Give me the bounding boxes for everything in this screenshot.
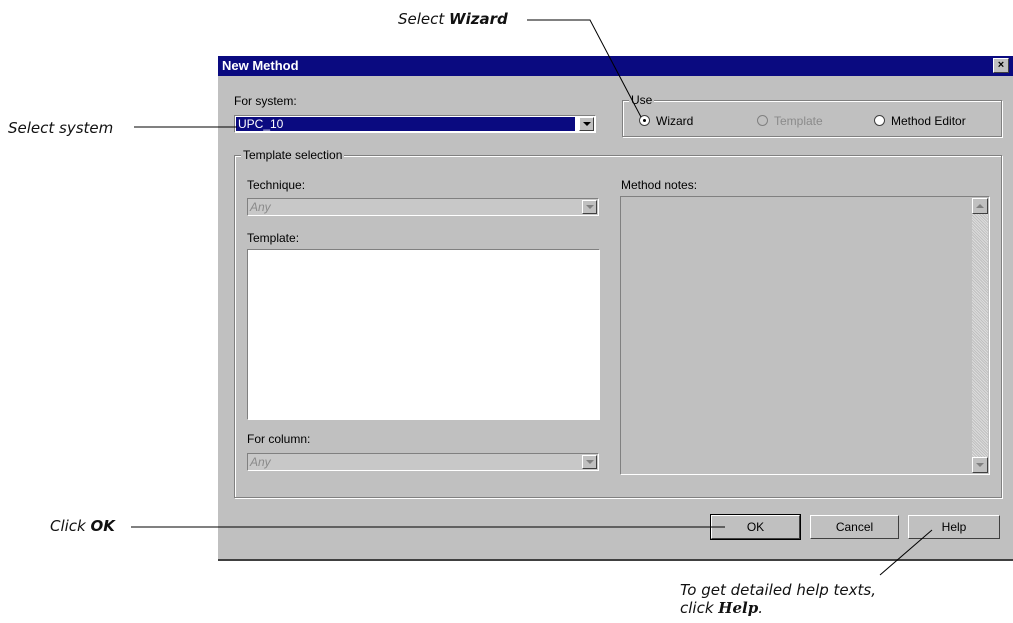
technique-label: Technique: — [247, 178, 306, 192]
radio-icon — [757, 115, 768, 126]
callout-help: To get detailed help texts, click Help. — [680, 581, 876, 617]
chevron-down-icon[interactable] — [579, 117, 594, 131]
notes-scrollbar[interactable] — [972, 198, 988, 473]
for-column-label: For column: — [247, 432, 311, 446]
radio-method-editor[interactable]: Method Editor — [874, 114, 966, 128]
use-group-legend: Use — [629, 93, 655, 107]
callout-select-system: Select system — [8, 119, 114, 137]
method-notes-label: Method notes: — [621, 178, 698, 192]
technique-select[interactable]: Any — [247, 198, 599, 216]
radio-wizard[interactable]: Wizard — [639, 114, 693, 128]
new-method-dialog: New Method × For system: UPC_10 Use Wiza… — [218, 56, 1013, 561]
help-button[interactable]: Help — [908, 515, 1000, 539]
template-list[interactable] — [247, 249, 600, 420]
chevron-down-icon[interactable] — [582, 455, 597, 469]
dialog-title: New Method — [222, 58, 299, 73]
callout-click-ok: Click OK — [50, 517, 115, 535]
callout-select-wizard: Select Wizard — [398, 10, 508, 28]
radio-selected-icon — [639, 115, 650, 126]
template-label: Template: — [247, 231, 300, 245]
system-select-value: UPC_10 — [236, 117, 575, 131]
scroll-up-icon[interactable] — [972, 198, 988, 214]
system-select[interactable]: UPC_10 — [234, 115, 596, 133]
radio-icon — [874, 115, 885, 126]
column-select-value: Any — [250, 455, 271, 469]
cancel-button[interactable]: Cancel — [810, 515, 899, 539]
technique-select-value: Any — [250, 200, 271, 214]
column-select[interactable]: Any — [247, 453, 599, 471]
use-group: Use Wizard Template Method Editor — [622, 93, 1002, 137]
for-system-label: For system: — [234, 94, 297, 108]
chevron-down-icon[interactable] — [582, 200, 597, 214]
scroll-down-icon[interactable] — [972, 457, 988, 473]
radio-template[interactable]: Template — [757, 114, 823, 128]
ok-button[interactable]: OK — [710, 514, 801, 540]
dialog-titlebar[interactable]: New Method × — [218, 56, 1013, 76]
method-notes-area[interactable] — [620, 196, 990, 475]
template-selection-legend: Template selection — [241, 148, 345, 162]
close-icon[interactable]: × — [993, 58, 1009, 73]
